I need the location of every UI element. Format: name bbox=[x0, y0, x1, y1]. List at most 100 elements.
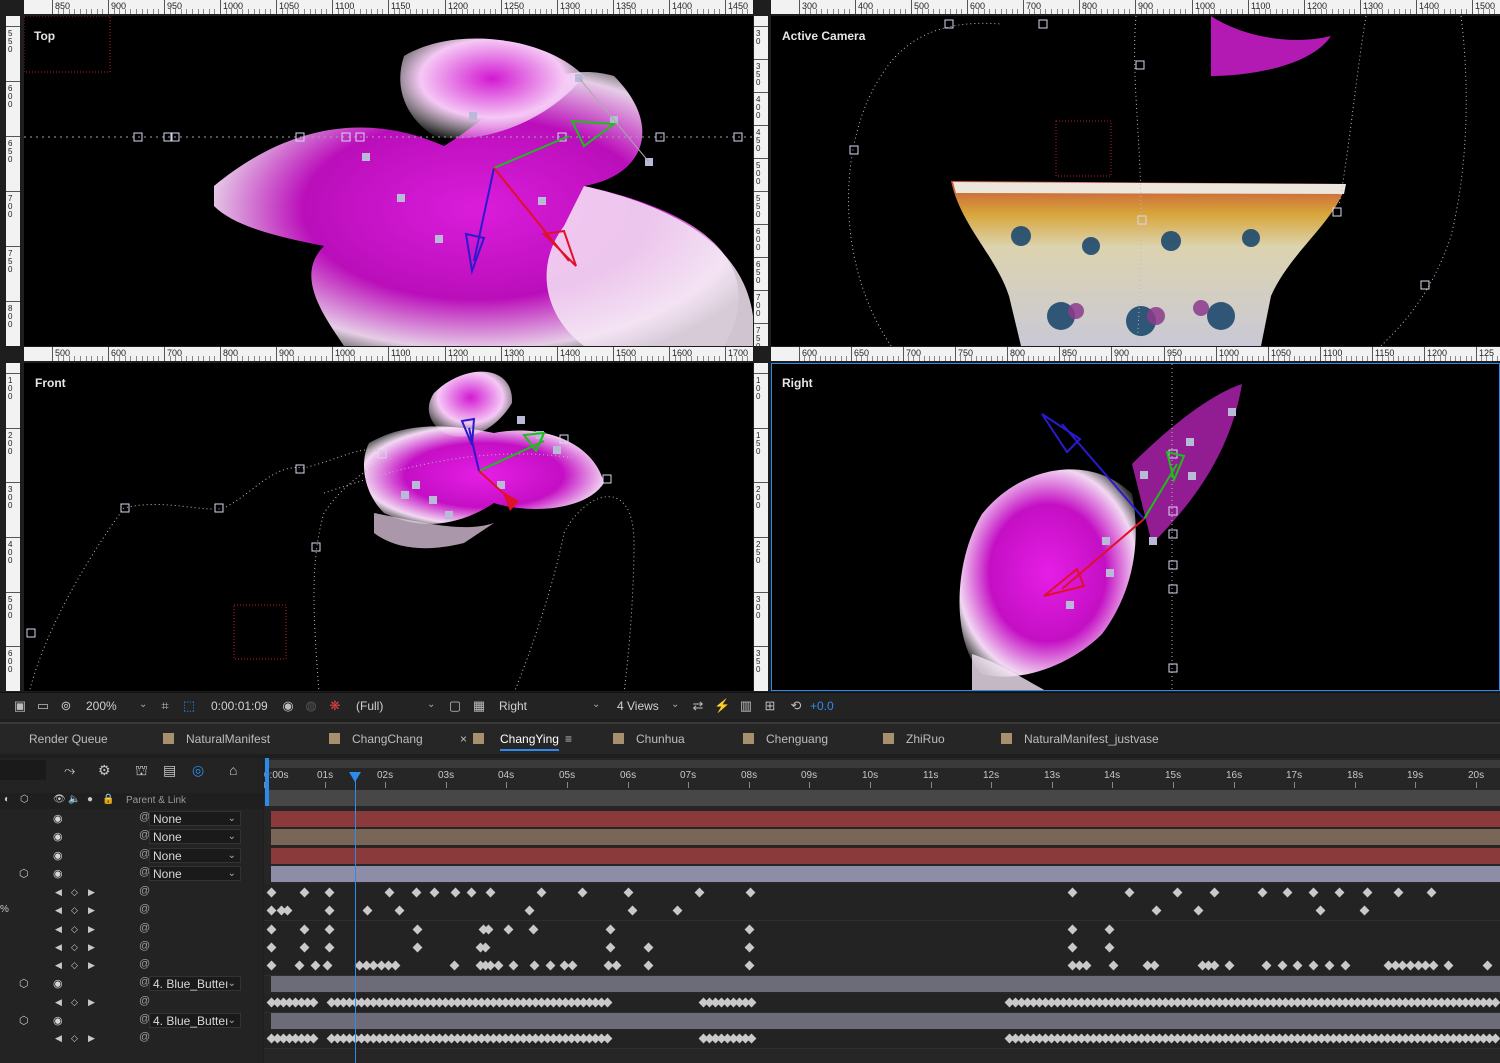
visibility-eye-icon[interactable]: ◉ bbox=[53, 1014, 63, 1027]
add-keyframe-icon[interactable]: ◇ bbox=[71, 1033, 78, 1044]
visibility-eye-icon[interactable]: ◉ bbox=[53, 977, 63, 990]
view-layout-select[interactable]: 4 Views bbox=[617, 699, 659, 713]
pick-whip-icon[interactable]: @ bbox=[139, 903, 150, 915]
next-keyframe-icon[interactable]: ▶ bbox=[88, 905, 95, 916]
chevron-down-icon[interactable]: ⌄ bbox=[228, 976, 236, 991]
layer-row[interactable]: ◉ @ None ⌄ bbox=[0, 847, 1500, 865]
layer-duration-bar[interactable] bbox=[271, 866, 1500, 882]
add-keyframe-icon[interactable]: ◇ bbox=[71, 905, 78, 916]
tab-naturalmanifest[interactable]: NaturalManifest bbox=[186, 732, 270, 746]
draft-3d-icon[interactable]: ▥ bbox=[738, 698, 754, 714]
comp-mini-flowchart-icon[interactable]: ⤳ bbox=[64, 762, 75, 779]
color-channels-icon[interactable]: ❋ bbox=[327, 698, 343, 714]
next-keyframe-icon[interactable]: ▶ bbox=[88, 887, 95, 898]
layer-row[interactable]: ◉ ⬡ @4. Blue_Butteı ⌄ bbox=[0, 1012, 1500, 1030]
chevron-down-icon[interactable]: ⌄ bbox=[228, 1013, 236, 1028]
layer-row[interactable]: ◉ @ None ⌄ bbox=[0, 828, 1500, 846]
front-viewer[interactable]: Front bbox=[24, 363, 753, 691]
pick-whip-icon[interactable]: @ bbox=[139, 940, 150, 952]
chevron-down-icon[interactable]: ⌄ bbox=[228, 811, 236, 826]
add-keyframe-icon[interactable]: ◇ bbox=[71, 924, 78, 935]
add-keyframe-icon[interactable]: ◇ bbox=[71, 887, 78, 898]
3d-layer-icon[interactable]: ⬡ bbox=[19, 867, 29, 880]
chevron-down-icon[interactable]: ⌄ bbox=[228, 866, 236, 881]
layer-row[interactable]: ◉ ⬡ @4. Blue_Butteı ⌄ bbox=[0, 975, 1500, 993]
flowchart-icon[interactable]: ⊞ bbox=[762, 698, 778, 714]
show-snapshot-icon[interactable]: ◍ bbox=[303, 698, 319, 714]
mask-toggle-icon[interactable]: ⬚ bbox=[181, 698, 197, 714]
prev-keyframe-icon[interactable]: ◀ bbox=[55, 1033, 62, 1044]
toggle-pixel-aspect-icon[interactable]: ⇄ bbox=[690, 698, 706, 714]
shy-layers-icon[interactable]: ⛫ bbox=[135, 762, 148, 781]
prev-keyframe-icon[interactable]: ◀ bbox=[55, 960, 62, 971]
fit-frame-icon[interactable]: ⌗ bbox=[157, 698, 173, 714]
visibility-eye-icon[interactable]: ◉ bbox=[53, 849, 63, 862]
layer-duration-bar[interactable] bbox=[271, 829, 1500, 845]
chevron-down-icon[interactable]: ⌄ bbox=[228, 848, 236, 863]
playhead[interactable] bbox=[355, 772, 356, 1063]
right-viewer[interactable]: Right bbox=[771, 363, 1500, 691]
prev-keyframe-icon[interactable]: ◀ bbox=[55, 905, 62, 916]
layer-duration-bar[interactable] bbox=[271, 811, 1500, 827]
parent-dropdown[interactable]: 4. Blue_Butteı ⌄ bbox=[149, 976, 241, 991]
parent-dropdown[interactable]: 4. Blue_Butteı ⌄ bbox=[149, 1013, 241, 1028]
layer-row[interactable]: ◉ ⬡ @ None ⌄ bbox=[0, 865, 1500, 883]
motion-blur-icon[interactable]: ◎ bbox=[192, 762, 204, 779]
chevron-down-icon[interactable]: ⌄ bbox=[427, 699, 435, 710]
next-keyframe-icon[interactable]: ▶ bbox=[88, 960, 95, 971]
current-time[interactable]: 0:00:01:09 bbox=[211, 699, 268, 713]
layer-duration-bar[interactable] bbox=[271, 976, 1500, 992]
tab-naturalmanifest_justvase[interactable]: NaturalManifest_justvase bbox=[1024, 732, 1159, 746]
3d-view-select[interactable]: Right bbox=[499, 699, 527, 713]
pick-whip-icon[interactable]: @ bbox=[139, 885, 150, 897]
chevron-down-icon[interactable]: ⌄ bbox=[592, 699, 600, 710]
next-keyframe-icon[interactable]: ▶ bbox=[88, 1033, 95, 1044]
reset-exposure-icon[interactable]: ⟲ bbox=[788, 698, 804, 714]
prev-keyframe-icon[interactable]: ◀ bbox=[55, 887, 62, 898]
top-viewer[interactable]: Top bbox=[24, 16, 753, 346]
monitor-icon[interactable]: ▭ bbox=[35, 698, 51, 714]
vr-goggles-icon[interactable]: ⊚ bbox=[58, 698, 74, 714]
prev-keyframe-icon[interactable]: ◀ bbox=[55, 924, 62, 935]
frame-blending-icon[interactable]: ▤ bbox=[163, 762, 176, 779]
tab-zhiruo[interactable]: ZhiRuo bbox=[906, 732, 945, 746]
3d-layer-icon[interactable]: ⬡ bbox=[19, 1014, 29, 1027]
active-camera-viewer[interactable]: Active Camera bbox=[771, 16, 1500, 346]
tab-chenguang[interactable]: Chenguang bbox=[766, 732, 828, 746]
resolution-select[interactable]: (Full) bbox=[356, 699, 383, 713]
tab-changying[interactable]: ChangYing bbox=[500, 732, 559, 751]
keyframe-track[interactable] bbox=[264, 902, 1500, 921]
tab-chunhua[interactable]: Chunhua bbox=[636, 732, 685, 746]
visibility-eye-icon[interactable]: ◉ bbox=[53, 812, 63, 825]
parent-dropdown[interactable]: None ⌄ bbox=[149, 811, 241, 826]
parent-dropdown[interactable]: None ⌄ bbox=[149, 848, 241, 863]
tab-changchang[interactable]: ChangChang bbox=[352, 732, 423, 746]
next-keyframe-icon[interactable]: ▶ bbox=[88, 924, 95, 935]
always-preview-icon[interactable]: ▣ bbox=[12, 698, 28, 714]
add-keyframe-icon[interactable]: ◇ bbox=[71, 997, 78, 1008]
layer-row[interactable]: ◉ @ None ⌄ bbox=[0, 810, 1500, 828]
keyframe-track[interactable] bbox=[264, 921, 1500, 940]
camera-snapshot-icon[interactable]: ◉ bbox=[280, 698, 296, 714]
fast-previews-icon[interactable]: ⚡ bbox=[714, 698, 730, 714]
time-ruler[interactable]: 0:00s 01s 02s 03s 04s 05s 06s 07s 08s 09s 10s 11s 12… bbox=[264, 758, 1500, 788]
region-of-interest-icon[interactable]: ▢ bbox=[447, 698, 463, 714]
tab-menu-icon[interactable]: ≡ bbox=[565, 732, 572, 746]
layer-duration-bar[interactable] bbox=[271, 1013, 1500, 1029]
graph-editor-icon[interactable]: ⌂ bbox=[229, 762, 237, 778]
exposure-value[interactable]: +0.0 bbox=[810, 699, 834, 713]
keyframe-track[interactable] bbox=[264, 939, 1500, 958]
visibility-eye-icon[interactable]: ◉ bbox=[53, 867, 63, 880]
parent-dropdown[interactable]: None ⌄ bbox=[149, 866, 241, 881]
prev-keyframe-icon[interactable]: ◀ bbox=[55, 942, 62, 953]
prev-keyframe-icon[interactable]: ◀ bbox=[55, 997, 62, 1008]
layer-duration-bar[interactable] bbox=[271, 848, 1500, 864]
next-keyframe-icon[interactable]: ▶ bbox=[88, 997, 95, 1008]
pick-whip-icon[interactable]: @ bbox=[139, 922, 150, 934]
zoom-select[interactable]: 200% bbox=[86, 699, 117, 713]
pick-whip-icon[interactable]: @ bbox=[139, 958, 150, 970]
add-keyframe-icon[interactable]: ◇ bbox=[71, 942, 78, 953]
transparency-grid-icon[interactable]: ▦ bbox=[471, 698, 487, 714]
pick-whip-icon[interactable]: @ bbox=[139, 1031, 150, 1043]
tab-render queue[interactable]: Render Queue bbox=[29, 732, 108, 746]
